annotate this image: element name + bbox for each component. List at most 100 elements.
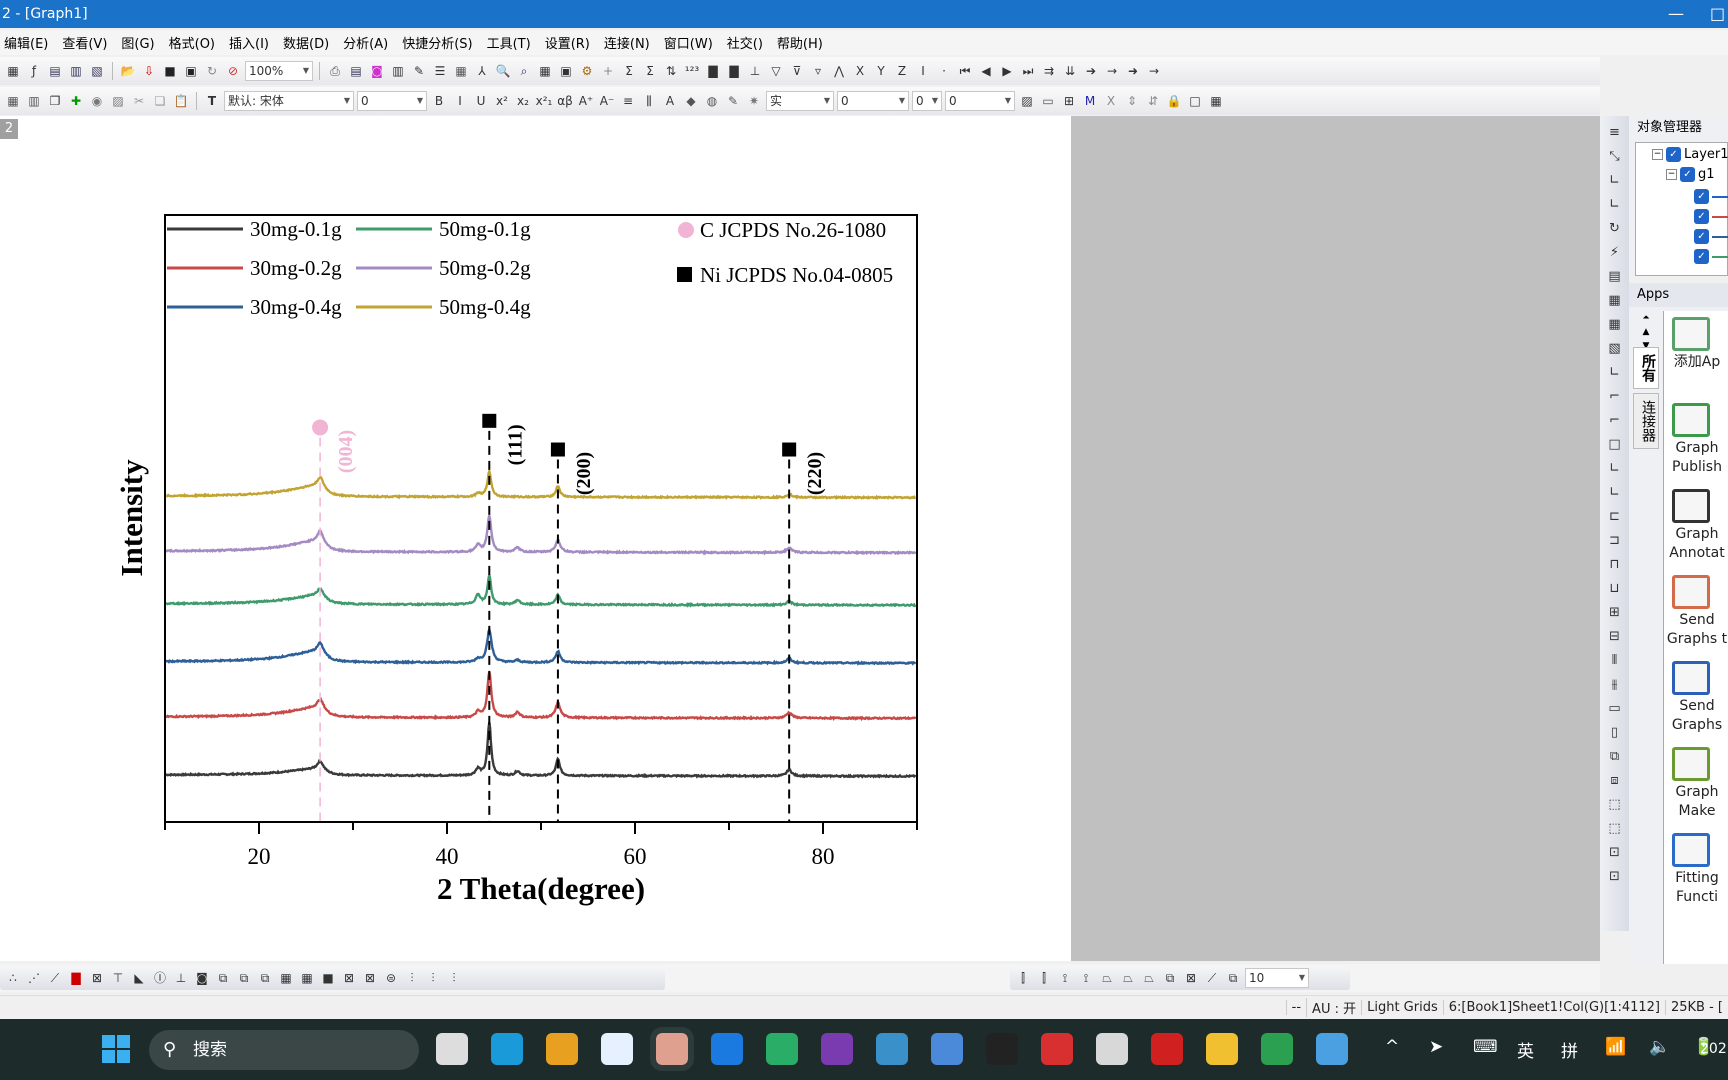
align-bottom-icon[interactable]: ⊔ <box>1606 578 1624 598</box>
grid2-icon[interactable]: ▥ <box>25 92 43 110</box>
arrow-end-icon[interactable]: → <box>1145 62 1163 80</box>
object-tool-icon[interactable]: ⊠ <box>1182 969 1200 987</box>
first-icon[interactable]: ⏮ <box>956 62 974 80</box>
align-top-icon[interactable]: ⊓ <box>1606 554 1624 574</box>
font-size-combo[interactable]: 0 ▼ <box>357 91 427 111</box>
object-tool-icon[interactable]: ⏢ <box>1098 969 1116 987</box>
import-icon[interactable]: ⇩ <box>140 62 158 80</box>
bar-chart-icon[interactable]: ▇ <box>704 62 722 80</box>
resize2-icon[interactable]: ⊡ <box>1606 866 1624 886</box>
bold-icon[interactable]: B <box>430 92 448 110</box>
italic-icon[interactable]: I <box>451 92 469 110</box>
shadow-icon[interactable]: ✷ <box>745 92 763 110</box>
object-tool-icon[interactable]: ⏢ <box>1140 969 1158 987</box>
object-tool-icon[interactable]: ⫿ <box>1014 969 1032 987</box>
tab-all[interactable]: 所有 <box>1633 347 1659 389</box>
dropdown-arrow-icon[interactable]: ▼ <box>303 62 309 80</box>
z-icon[interactable]: Z <box>893 62 911 80</box>
taskbar-search[interactable]: ⚲ 搜索 <box>149 1030 419 1070</box>
distribute-h-icon[interactable]: ⫴ <box>1606 650 1624 670</box>
menu-item[interactable]: 窗口(W) <box>664 33 713 52</box>
subscript-icon[interactable]: x₂ <box>514 92 532 110</box>
plot-type-icon[interactable]: ⊠ <box>361 969 379 987</box>
save-icon[interactable]: ■ <box>161 62 179 80</box>
menu-item[interactable]: 工具(T) <box>487 33 531 52</box>
axis-l-icon[interactable]: ∟ <box>1606 458 1624 478</box>
taskbar-app-task-view[interactable] <box>436 1033 468 1065</box>
taskbar-app-baidu-netdisk[interactable] <box>601 1033 633 1065</box>
front-icon[interactable]: ⧉ <box>1606 746 1624 766</box>
font-color-icon[interactable]: A <box>661 92 679 110</box>
gear-icon[interactable]: ⚙ <box>578 62 596 80</box>
tree-node-plot[interactable]: ✓ <box>1694 189 1728 204</box>
pattern-combo[interactable]: 0 ▼ <box>945 91 1015 111</box>
line-width-combo[interactable]: 0 ▼ <box>837 91 909 111</box>
plot-type-icon[interactable]: ⟋ <box>46 969 64 987</box>
object-tool-icon[interactable]: ⟟ <box>1077 969 1095 987</box>
tray-icon[interactable]: 拼 <box>1561 1037 1578 1062</box>
plot-type-icon[interactable]: ▦ <box>277 969 295 987</box>
plot-type-icon[interactable]: ⧉ <box>235 969 253 987</box>
plot-type-icon[interactable]: ⊠ <box>88 969 106 987</box>
new-notes-icon[interactable]: ▧ <box>88 62 106 80</box>
plot-type-icon[interactable]: ∴ <box>4 969 22 987</box>
columns-icon[interactable]: ⫼ <box>640 92 658 110</box>
taskbar-app-file-explorer[interactable] <box>1206 1033 1238 1065</box>
plot-type-icon[interactable]: ■ <box>319 969 337 987</box>
distribute-v-icon[interactable]: ⫵ <box>1606 674 1624 694</box>
stats-icon[interactable]: Σ <box>641 62 659 80</box>
sum-icon[interactable]: Σ <box>620 62 638 80</box>
plot-type-icon[interactable]: ⫶ <box>403 969 421 987</box>
page-icon[interactable]: ◙ <box>368 62 386 80</box>
checkbox-icon[interactable]: ✓ <box>1694 189 1709 204</box>
table-icon[interactable]: ▦ <box>452 62 470 80</box>
zoom-data-icon[interactable]: ⌕ <box>515 62 533 80</box>
app-item[interactable]: Graph Annotat <box>1664 489 1728 563</box>
new-graph-icon[interactable]: ▤ <box>46 62 64 80</box>
align-icon[interactable]: ≡ <box>619 92 637 110</box>
filter-icon[interactable]: ▽ <box>767 62 785 80</box>
dropdown-arrow-icon[interactable]: ▼ <box>824 92 830 110</box>
add-plot-icon[interactable]: ✚ <box>67 92 85 110</box>
menu-item[interactable]: 分析(A) <box>343 33 388 52</box>
graph-page[interactable]: (004) (111) (200) (220) 20 40 60 80 2 Theta(de… <box>0 116 1071 961</box>
superscript-icon[interactable]: x² <box>493 92 511 110</box>
count-icon[interactable]: ¹²³ <box>683 62 701 80</box>
center-h-icon[interactable]: ⊞ <box>1606 602 1624 622</box>
taskbar-app-wps[interactable] <box>1041 1033 1073 1065</box>
plot-type-icon[interactable]: ⊠ <box>340 969 358 987</box>
maximize-button[interactable]: □ <box>1710 0 1725 28</box>
tree-icon[interactable]: ⅄ <box>473 62 491 80</box>
plot-type-icon[interactable]: ⊥ <box>172 969 190 987</box>
menu-item[interactable]: 设置(R) <box>545 33 590 52</box>
font-combo[interactable]: 默认: 宋体 ▼ <box>224 91 354 111</box>
grid-2x2-icon[interactable]: ▦ <box>1606 290 1624 310</box>
tray-icon[interactable]: ⌨ <box>1473 1037 1498 1057</box>
plot-type-icon[interactable]: ⊤ <box>109 969 127 987</box>
menu-item[interactable]: 连接(N) <box>604 33 650 52</box>
paste-icon[interactable]: 📋 <box>172 92 190 110</box>
decrease-font-icon[interactable]: A⁻ <box>598 92 616 110</box>
mask-icon[interactable]: M <box>1081 92 1099 110</box>
clock[interactable]: 202 <box>1700 1041 1727 1057</box>
tree-node-plot[interactable]: ✓ <box>1694 249 1728 264</box>
list-icon[interactable]: ☰ <box>431 62 449 80</box>
plot-type-icon[interactable]: ⧉ <box>214 969 232 987</box>
new-worksheet-icon[interactable]: ▦ <box>4 62 22 80</box>
peak-icon[interactable]: ⋀ <box>830 62 848 80</box>
speed-mode-icon[interactable]: ≡ <box>1606 122 1624 142</box>
same-height-icon[interactable]: ▯ <box>1606 722 1624 742</box>
tray-icon[interactable]: ➤ <box>1429 1037 1443 1057</box>
copy-icon[interactable]: ❏ <box>151 92 169 110</box>
greek-icon[interactable]: αβ <box>556 92 574 110</box>
menu-item[interactable]: 数据(D) <box>283 33 329 52</box>
taskbar-app-control-panel[interactable] <box>876 1033 908 1065</box>
plot-type-icon[interactable]: ▇ <box>67 969 85 987</box>
arrow-small-icon[interactable]: → <box>1103 62 1121 80</box>
taskbar-app-snipping[interactable] <box>1096 1033 1128 1065</box>
layout-icon[interactable]: ▤ <box>1606 266 1624 286</box>
tree-node-plot[interactable]: ✓ <box>1694 229 1728 244</box>
cut-icon[interactable]: ✂ <box>130 92 148 110</box>
tray-icon[interactable]: 📶 <box>1605 1037 1626 1057</box>
menu-item[interactable]: 插入(I) <box>229 33 269 52</box>
